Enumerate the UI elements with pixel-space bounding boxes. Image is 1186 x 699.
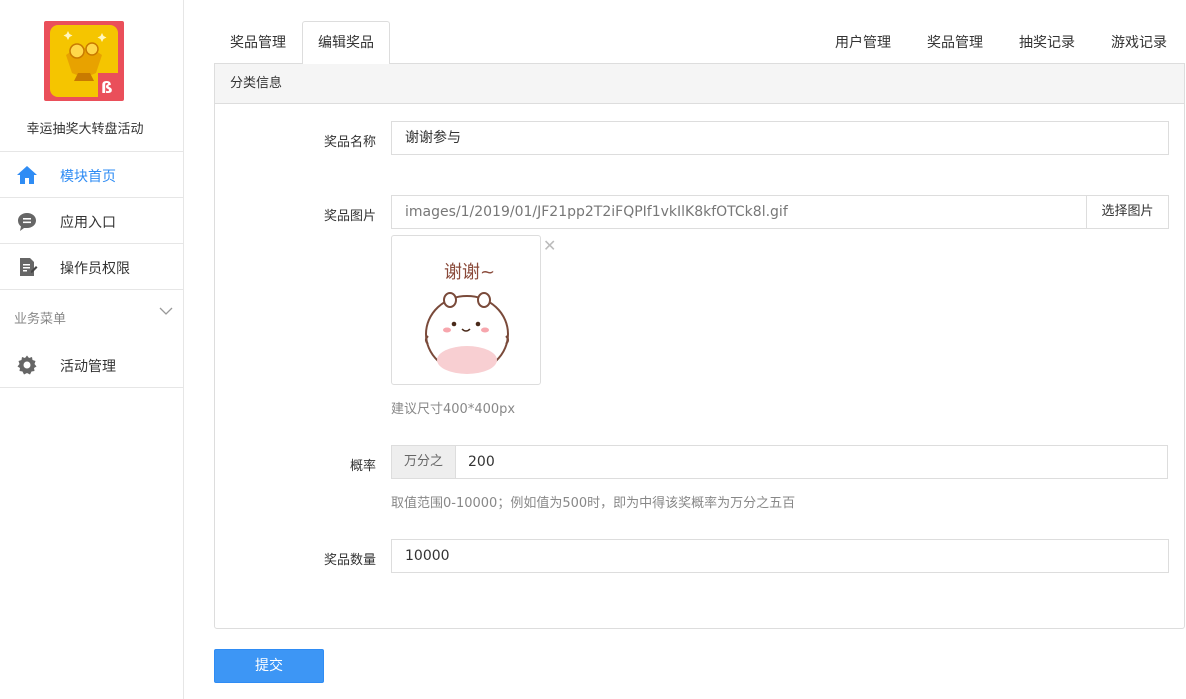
panel-title: 分类信息 (215, 64, 1184, 104)
sidebar-item-label: 模块首页 (60, 169, 116, 185)
svg-text:ß: ß (101, 78, 113, 97)
image-size-hint: 建议尺寸400*400px (391, 402, 516, 417)
tabs-right: 用户管理 奖品管理 抽奖记录 游戏记录 (800, 21, 1168, 63)
probability-hint: 取值范围0-10000；例如值为500时，即为中得该奖概率为万分之五百 (391, 496, 796, 511)
remove-image-icon[interactable]: ✕ (543, 238, 556, 254)
app-name: 幸运抽奖大转盘活动 (26, 122, 144, 137)
probability-input[interactable]: 200 (455, 445, 1168, 479)
submit-button[interactable]: 提交 (214, 649, 324, 683)
chevron-down-icon (159, 307, 173, 315)
sidebar-item-label: 活动管理 (60, 359, 116, 375)
app-header: ß 幸运抽奖大转盘活动 (0, 0, 183, 152)
tab-user-management[interactable]: 用户管理 (800, 21, 892, 63)
prize-image-path-input[interactable]: images/1/2019/01/JF21pp2T2iFQPIf1vkIlK8k… (391, 195, 1087, 229)
quantity-input[interactable]: 10000 (391, 539, 1169, 573)
document-edit-icon (20, 258, 38, 276)
page: ß 幸运抽奖大转盘活动 模块首页 应用入口 操作员权限 业务菜单 活动管理 奖品… (0, 0, 1186, 699)
tab-draw-records[interactable]: 抽奖记录 (984, 21, 1076, 63)
tab-game-records[interactable]: 游戏记录 (1076, 21, 1168, 63)
prize-name-label: 奖品名称 (323, 135, 376, 150)
sidebar-section-label: 业务菜单 (14, 312, 67, 327)
sidebar-item-activity-management[interactable]: 活动管理 (0, 342, 183, 388)
probability-addon: 万分之 (391, 445, 456, 479)
chat-bubble-icon (18, 213, 36, 231)
sidebar-item-label: 应用入口 (60, 215, 116, 231)
sidebar-item-home[interactable]: 模块首页 (0, 152, 183, 198)
sidebar-item-label: 操作员权限 (60, 261, 130, 277)
preview-caption: 谢谢~ (444, 262, 495, 283)
choose-image-button[interactable]: 选择图片 (1087, 195, 1169, 229)
tabs-left: 奖品管理 编辑奖品 (214, 21, 390, 64)
prize-name-input[interactable]: 谢谢参与 (391, 121, 1169, 155)
sidebar: ß 幸运抽奖大转盘活动 模块首页 应用入口 操作员权限 业务菜单 活动管理 (0, 0, 184, 699)
tab-edit-prize[interactable]: 编辑奖品 (302, 21, 390, 64)
tab-prize-management-right[interactable]: 奖品管理 (892, 21, 984, 63)
quantity-label: 奖品数量 (323, 553, 376, 568)
tab-prize-management[interactable]: 奖品管理 (214, 21, 302, 63)
sidebar-item-operator-permissions[interactable]: 操作员权限 (0, 244, 183, 290)
sidebar-item-app-entry[interactable]: 应用入口 (0, 198, 183, 244)
prize-image-label: 奖品图片 (323, 209, 376, 224)
probability-label: 概率 (349, 459, 376, 474)
sidebar-section-business-menu[interactable]: 业务菜单 (0, 290, 183, 342)
app-logo: ß (44, 21, 124, 101)
gear-icon (17, 355, 37, 375)
home-icon (17, 166, 37, 184)
prize-image-preview: 谢谢~ (391, 235, 541, 385)
form-panel: 分类信息 奖品名称 谢谢参与 奖品图片 images/1/2019/01/JF2… (214, 63, 1185, 629)
